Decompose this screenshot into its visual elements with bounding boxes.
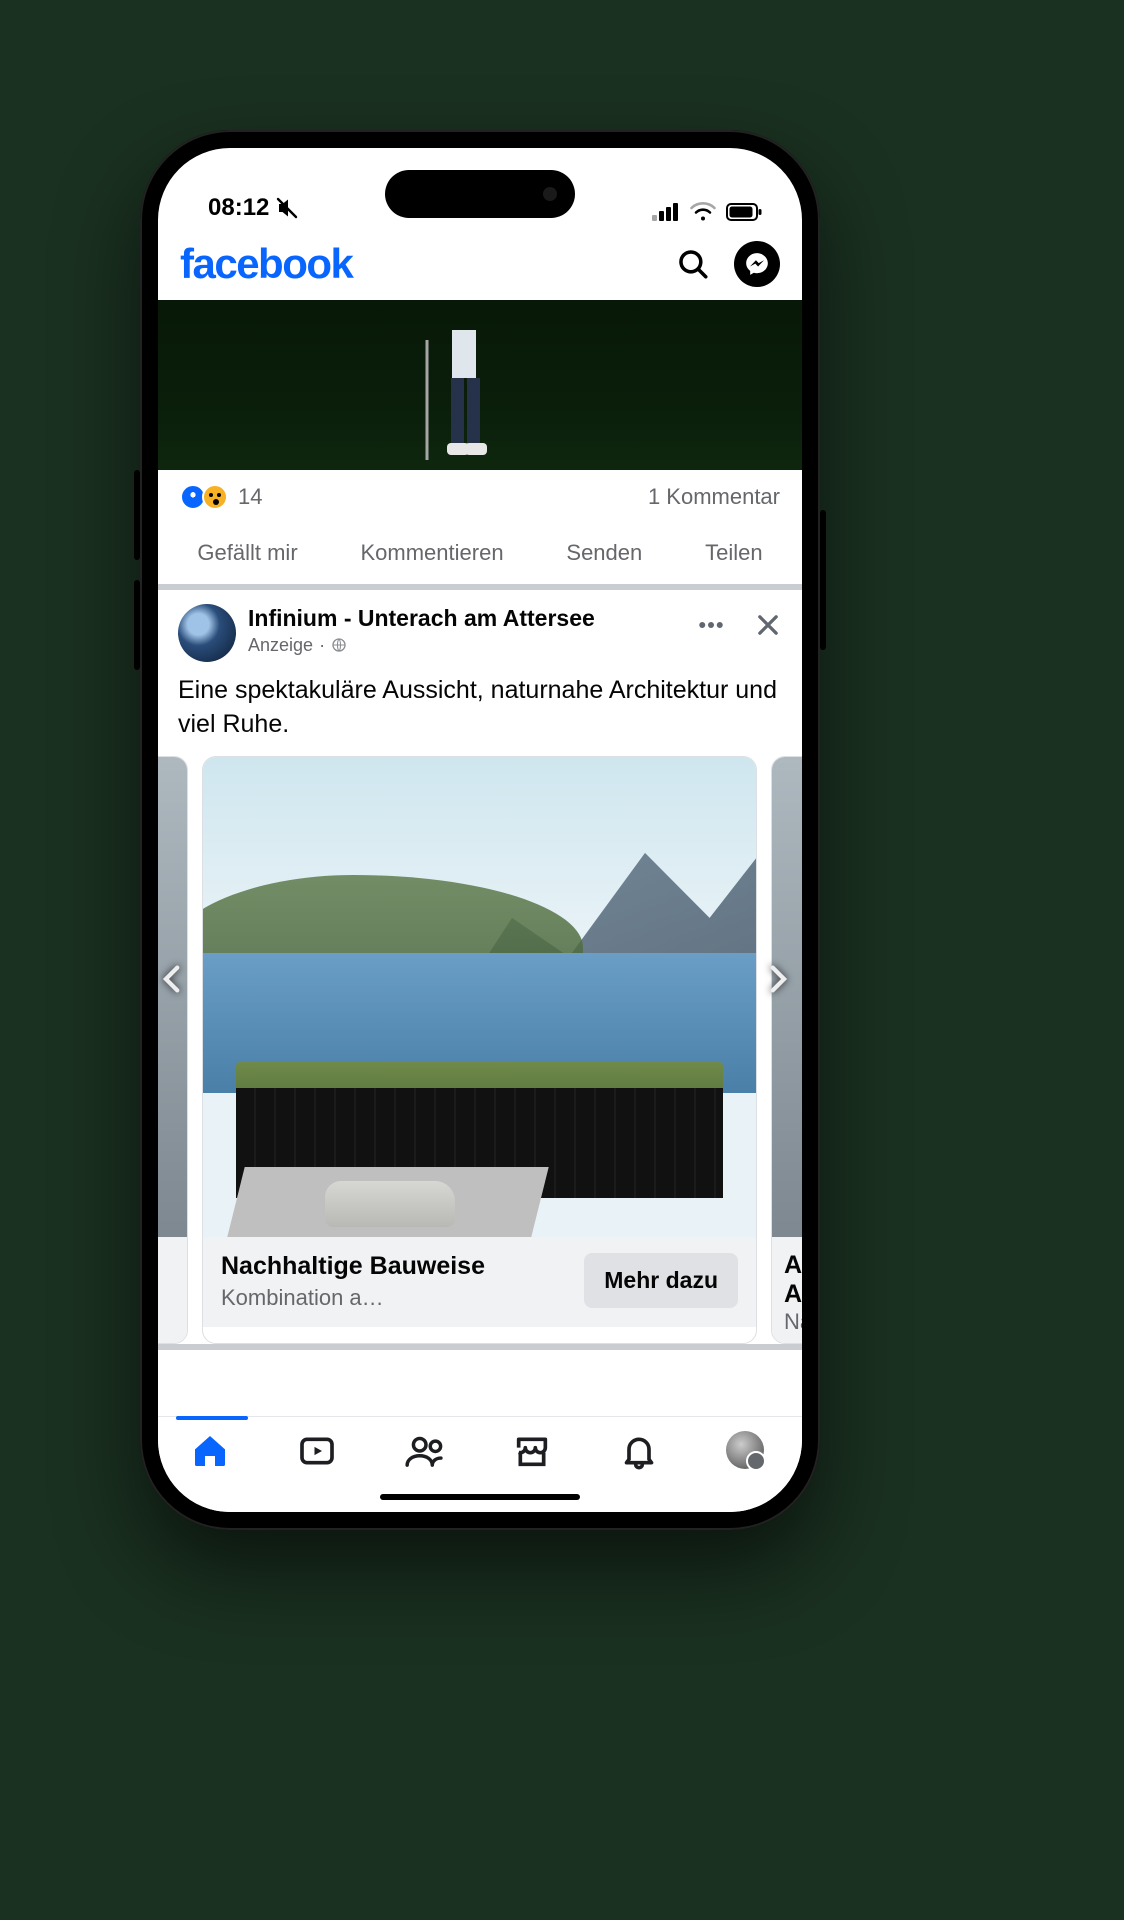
comment-button[interactable]: Kommentieren — [352, 536, 511, 570]
peek-title: Ans — [784, 1251, 798, 1280]
peek-line3: Nat — [784, 1309, 798, 1335]
carousel-card-main[interactable]: Nachhaltige Bauweise Kombination a… Mehr… — [202, 756, 757, 1344]
messenger-button[interactable] — [734, 241, 780, 287]
carousel-next-button[interactable] — [756, 958, 798, 1000]
send-button[interactable]: Senden — [558, 536, 650, 570]
card-cta-button[interactable]: Mehr dazu — [584, 1253, 738, 1308]
volume-down-button[interactable] — [134, 580, 140, 670]
bell-icon — [619, 1431, 659, 1471]
tab-menu[interactable] — [726, 1431, 770, 1475]
search-icon — [676, 247, 710, 281]
carousel-prev-button[interactable] — [158, 958, 194, 1000]
cellular-icon — [652, 203, 680, 221]
chevron-left-icon — [158, 955, 190, 1003]
wow-reaction-icon — [202, 484, 228, 510]
tab-marketplace[interactable] — [512, 1431, 556, 1475]
tab-notifications[interactable] — [619, 1431, 663, 1475]
comment-count[interactable]: 1 Kommentar — [648, 484, 780, 510]
tab-friends[interactable] — [404, 1431, 448, 1475]
app-header: facebook — [158, 228, 802, 300]
battery-icon — [726, 203, 762, 221]
prev-post-stats: 14 1 Kommentar — [158, 470, 802, 524]
globe-icon — [331, 637, 347, 653]
status-indicators — [652, 202, 762, 222]
carousel[interactable]: Nachhaltige Bauweise Kombination a… Mehr… — [158, 756, 802, 1344]
sponsored-label: Anzeige — [248, 635, 313, 656]
carousel-card-prev-peek[interactable] — [158, 756, 188, 1344]
friends-icon — [404, 1431, 448, 1471]
share-button[interactable]: Teilen — [697, 536, 770, 570]
messenger-icon — [744, 251, 770, 277]
card-title: Nachhaltige Bauweise — [221, 1251, 485, 1281]
carousel-card-next-peek[interactable]: Ans Arc Nat — [771, 756, 802, 1344]
card-subtitle: Kombination a… — [221, 1285, 481, 1311]
sponsored-post: Infinium - Unterach am Attersee Anzeige … — [158, 590, 802, 1350]
page-avatar[interactable] — [178, 604, 236, 662]
golfer-figure — [407, 310, 527, 470]
reaction-summary[interactable]: 14 — [180, 484, 262, 510]
screen: 08:12 — [158, 148, 802, 1512]
home-indicator[interactable] — [380, 1494, 580, 1500]
dynamic-island — [385, 170, 575, 218]
facebook-logo[interactable]: facebook — [180, 240, 352, 288]
volume-up-button[interactable] — [134, 470, 140, 560]
page-name[interactable]: Infinium - Unterach am Attersee — [248, 604, 696, 633]
power-button[interactable] — [820, 510, 826, 650]
post-copy: Eine spektakuläre Aussicht, naturnahe Ar… — [158, 668, 802, 756]
watch-icon — [297, 1431, 337, 1471]
mute-icon — [275, 196, 299, 220]
peek-line2: Arc — [784, 1280, 798, 1309]
like-button[interactable]: Gefällt mir — [189, 536, 305, 570]
profile-avatar-icon — [726, 1431, 764, 1469]
prev-post-media[interactable] — [158, 300, 802, 470]
status-time: 08:12 — [208, 194, 269, 222]
more-options-button[interactable] — [696, 610, 726, 640]
marketplace-icon — [512, 1431, 552, 1471]
chevron-right-icon — [760, 955, 794, 1003]
phone-frame: 08:12 — [140, 130, 820, 1530]
home-icon — [190, 1431, 230, 1471]
prev-post-actions: Gefällt mir Kommentieren Senden Teilen — [158, 524, 802, 590]
search-button[interactable] — [670, 241, 716, 287]
wifi-icon — [690, 202, 716, 222]
tab-watch[interactable] — [297, 1431, 341, 1475]
tab-home[interactable] — [190, 1431, 234, 1475]
reaction-count: 14 — [238, 484, 262, 510]
dot-separator: · — [319, 635, 325, 656]
card-image — [203, 757, 756, 1237]
dismiss-post-button[interactable] — [754, 611, 782, 639]
